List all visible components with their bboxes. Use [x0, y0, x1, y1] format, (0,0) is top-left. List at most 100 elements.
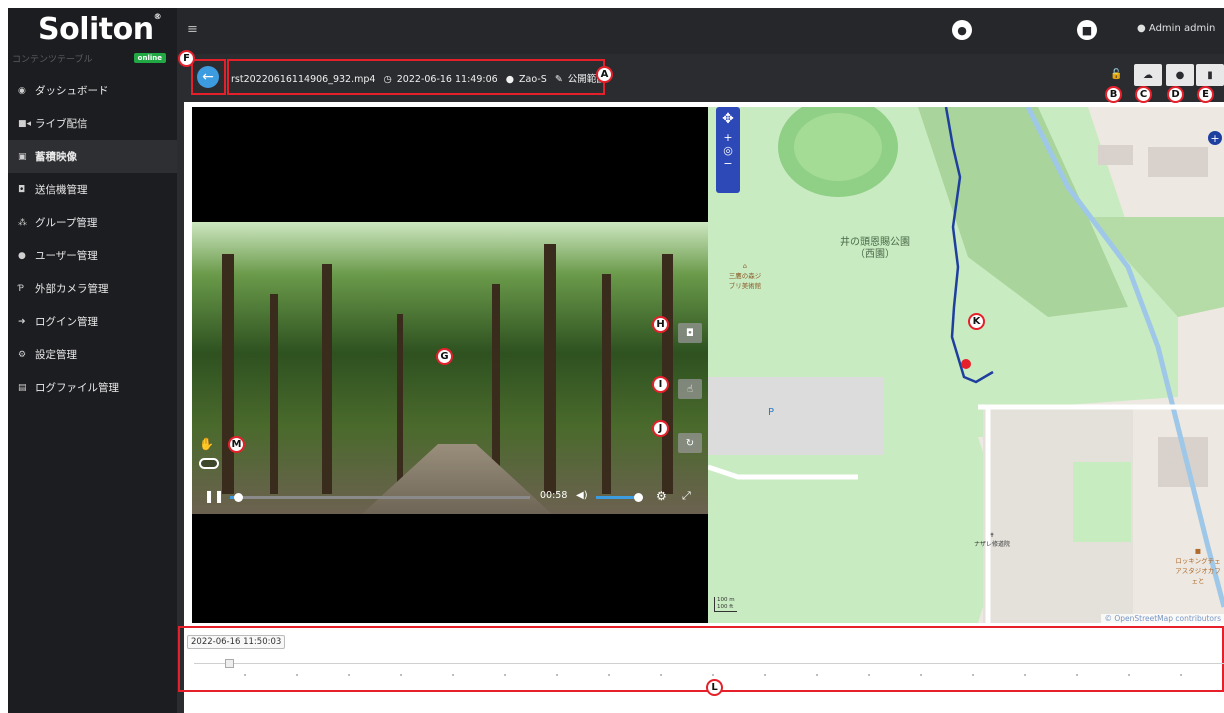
- museum-label-text: 三鷹の森ジブリ美術館: [728, 272, 762, 290]
- volume-icon[interactable]: ◀): [576, 490, 588, 501]
- sidebar-item-settings[interactable]: ⚙ 設定管理: [8, 338, 177, 371]
- zoom-out-icon[interactable]: −: [716, 157, 740, 170]
- video-tree: [544, 244, 556, 494]
- parking-lot: [708, 377, 883, 455]
- timeline-tick: [764, 674, 766, 676]
- map-scale: 100 m 100 ft: [714, 597, 737, 612]
- timeline-tick: [244, 674, 246, 676]
- schoolyard: [1073, 462, 1131, 542]
- sidebar-item-transmitters[interactable]: ◘ 送信機管理: [8, 173, 177, 206]
- external-camera-icon: Ƥ: [18, 283, 24, 294]
- top-bar: ≡ ● ■ ● Admin admin: [177, 8, 1224, 54]
- fullscreen-icon[interactable]: ⤢: [682, 489, 691, 503]
- sidebar-item-label: 蓄積映像: [35, 151, 77, 163]
- rotate-button[interactable]: ↻: [678, 433, 702, 453]
- dashboard-icon: ◉: [18, 85, 26, 96]
- video-tree: [602, 274, 611, 494]
- timeline-tick: [1024, 674, 1026, 676]
- volume-slider[interactable]: [596, 493, 643, 502]
- museum-icon: ⌂: [742, 262, 748, 270]
- user-name: Admin admin: [1148, 23, 1216, 34]
- user-icon: ●: [18, 250, 26, 261]
- logo-trademark: ®: [153, 12, 162, 21]
- user-icon: ●: [505, 74, 514, 85]
- timeline-tick: [1128, 674, 1130, 676]
- timeline-tick: [868, 674, 870, 676]
- back-button[interactable]: ←: [197, 66, 219, 88]
- download-button[interactable]: ☁: [1134, 64, 1162, 86]
- sidebar-item-login[interactable]: ➜ ログイン管理: [8, 305, 177, 338]
- map[interactable]: ✥ + ◎ − + 井の頭恩賜公園（西園） ⌂ 三鷹の森ジブリ美術館 P ✝ ナザレ…: [708, 107, 1224, 623]
- cafe-label-text: ロッキングチェアスタジオカフェと: [1175, 557, 1221, 585]
- building: [1148, 147, 1208, 177]
- callout-k: K: [968, 313, 985, 330]
- sidebar-item-label: 送信機管理: [35, 184, 88, 196]
- comment-button[interactable]: ●: [1166, 64, 1194, 86]
- pointer-button[interactable]: ☝: [678, 379, 702, 399]
- timeline-tick: [504, 674, 506, 676]
- callout-l: L: [706, 679, 723, 696]
- video-tree: [397, 314, 403, 494]
- cafe-icon: ■: [1194, 547, 1202, 555]
- timeline-tick: [1180, 674, 1182, 676]
- timecode: 00:58: [540, 490, 568, 501]
- seek-bar[interactable]: [230, 493, 530, 502]
- callout-i: I: [652, 376, 669, 393]
- callout-box-timeline: [178, 626, 1224, 692]
- camera-icon: ◘: [18, 184, 26, 195]
- zoom-in-icon[interactable]: +: [716, 131, 740, 144]
- settings-icon[interactable]: ⚙: [656, 489, 667, 503]
- sidebar-item-live[interactable]: ■◂ ライブ配信: [8, 107, 177, 140]
- user-menu[interactable]: ● Admin admin: [1137, 23, 1215, 34]
- zoom-slider-icon[interactable]: ◎: [716, 144, 740, 157]
- clock-icon: ◷: [383, 74, 392, 85]
- seek-handle[interactable]: [234, 493, 243, 502]
- video-camera-icon[interactable]: ■: [1077, 20, 1097, 40]
- file-name: rst20220616114906_932.mp4: [231, 74, 376, 85]
- sidebar-subtitle: コンテンツテーブル online: [12, 52, 172, 68]
- map-expand-icon[interactable]: +: [1208, 131, 1222, 145]
- pan-icon[interactable]: ✥: [716, 107, 740, 131]
- gesture-icon[interactable]: ✋: [199, 437, 214, 451]
- hand-pointer-icon: ☝: [686, 383, 694, 395]
- menu-toggle-icon[interactable]: ≡: [187, 22, 198, 37]
- camera-icon: ◘: [686, 327, 694, 339]
- lock-icon[interactable]: 🔓: [1110, 69, 1122, 80]
- video-player[interactable]: ◘ ☝ ↻ ✋ ❚❚ 00:58 ◀) ⚙ ⤢: [192, 107, 708, 623]
- timeline[interactable]: 2022-06-16 11:50:03: [178, 626, 1224, 713]
- timeline-tick: [452, 674, 454, 676]
- arrow-left-icon: ←: [202, 69, 214, 85]
- video-frame: [192, 222, 708, 514]
- timeline-tick: [920, 674, 922, 676]
- timeline-current-time: 2022-06-16 11:50:03: [187, 635, 286, 649]
- timeline-track[interactable]: [194, 663, 1224, 664]
- map-attribution[interactable]: © OpenStreetMap contributors: [1101, 614, 1224, 623]
- video-tree: [322, 264, 332, 494]
- sidebar-item-recorded[interactable]: ▣ 蓄積映像: [8, 140, 177, 173]
- sidebar-nav: ◉ ダッシュボード ■◂ ライブ配信 ▣ 蓄積映像 ◘ 送信機管理 ⁂ グループ管理 ● ユ…: [8, 74, 177, 404]
- park-label: 井の頭恩賜公園（西園）: [840, 237, 910, 260]
- museum-label: ⌂ 三鷹の森ジブリ美術館: [728, 262, 762, 290]
- user-icon: ●: [1137, 23, 1146, 34]
- sidebar-item-users[interactable]: ● ユーザー管理: [8, 239, 177, 272]
- scale-meters: 100 m: [717, 597, 735, 603]
- settings-icon: ⚙: [18, 349, 27, 360]
- delete-button[interactable]: ▮: [1196, 64, 1224, 86]
- rotate-icon: ↻: [685, 437, 695, 449]
- timeline-tick: [400, 674, 402, 676]
- pause-icon[interactable]: ❚❚: [204, 489, 224, 503]
- sync-toggle[interactable]: [199, 458, 219, 469]
- sidebar-item-label: ユーザー管理: [35, 250, 98, 262]
- sidebar-item-groups[interactable]: ⁂ グループ管理: [8, 206, 177, 239]
- sidebar-item-label: 設定管理: [35, 349, 77, 361]
- location-pin-icon[interactable]: ●: [952, 20, 972, 40]
- volume-handle[interactable]: [634, 493, 643, 502]
- sidebar-item-dashboard[interactable]: ◉ ダッシュボード: [8, 74, 177, 107]
- sidebar-item-external-cameras[interactable]: Ƥ 外部カメラ管理: [8, 272, 177, 305]
- sidebar-item-label: グループ管理: [35, 217, 98, 229]
- sidebar-item-log-files[interactable]: ▤ ログファイル管理: [8, 371, 177, 404]
- logo-text: Soliton: [38, 12, 154, 47]
- position-marker[interactable]: [961, 359, 971, 369]
- timeline-handle[interactable]: [225, 659, 234, 668]
- snapshot-button[interactable]: ◘: [678, 323, 702, 343]
